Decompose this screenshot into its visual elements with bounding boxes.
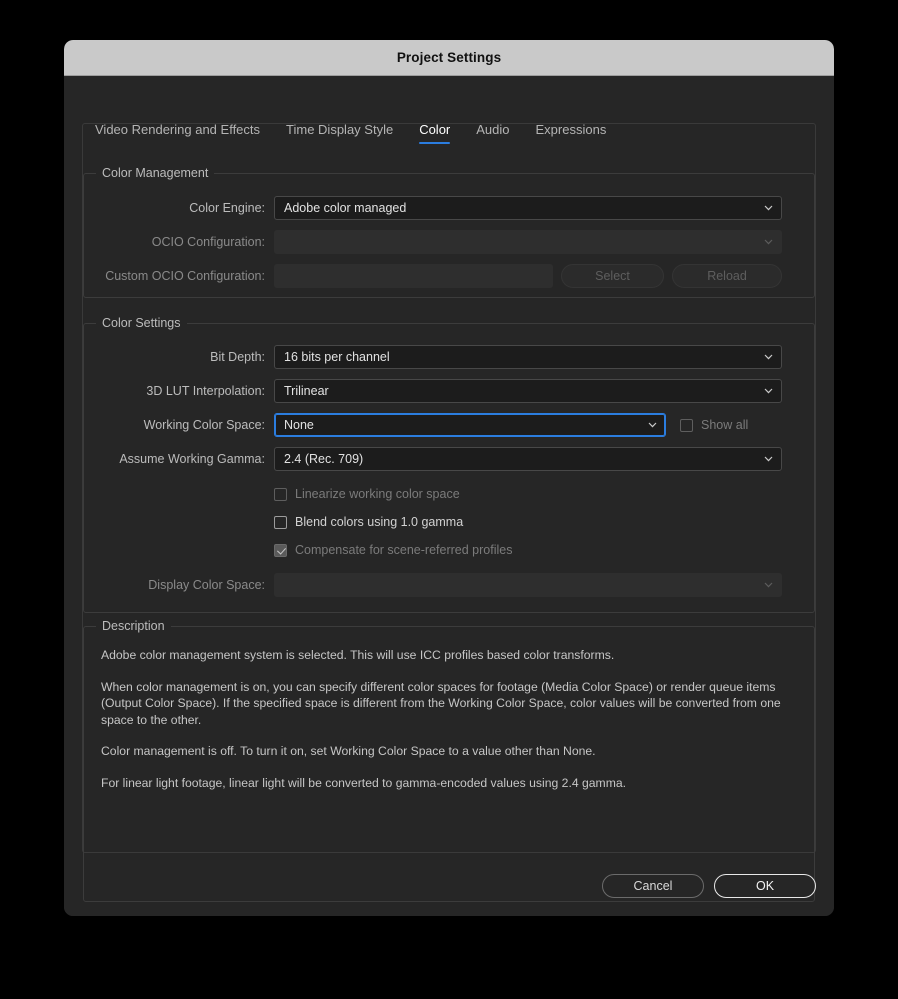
description-paragraph: For linear light footage, linear light w… <box>101 775 627 790</box>
ok-button[interactable]: OK <box>714 874 816 898</box>
select-button-label: Select <box>595 269 630 283</box>
working-color-space-select[interactable]: None <box>274 413 666 437</box>
color-management-legend: Color Management <box>96 166 215 180</box>
display-color-space-label: Display Color Space: <box>148 578 265 592</box>
custom-ocio-configuration-input[interactable] <box>274 264 553 288</box>
custom-ocio-configuration-label: Custom OCIO Configuration: <box>105 269 265 283</box>
tab-expressions[interactable]: Expressions <box>523 122 620 144</box>
select-button[interactable]: Select <box>561 264 664 288</box>
ocio-configuration-select <box>274 230 782 254</box>
tab-label: Color <box>419 122 451 137</box>
blend-1-gamma-checkbox[interactable] <box>274 515 287 529</box>
color-settings-legend: Color Settings <box>96 316 187 330</box>
description-text: Adobe color management system is selecte… <box>101 647 797 893</box>
reload-button[interactable]: Reload <box>672 264 782 288</box>
tab-label: Expressions <box>535 122 607 137</box>
dialog-title: Project Settings <box>396 50 502 65</box>
bit-depth-label: Bit Depth: <box>210 350 265 364</box>
working-color-space-value: None <box>284 418 314 432</box>
color-engine-select[interactable]: Adobe color managed <box>274 196 782 220</box>
assume-working-gamma-select[interactable]: 2.4 (Rec. 709) <box>274 447 782 471</box>
tab-bar: Video Rendering and Effects Time Display… <box>82 122 816 154</box>
lut-interpolation-select[interactable]: Trilinear <box>274 379 782 403</box>
chevron-down-icon <box>764 388 773 394</box>
blend-1-gamma-label: Blend colors using 1.0 gamma <box>295 515 464 529</box>
tab-active-underline <box>419 142 451 144</box>
project-settings-dialog: Project Settings Video Rendering and Eff… <box>64 40 834 916</box>
chevron-down-icon <box>648 422 657 428</box>
dialog-footer: Cancel OK <box>602 874 816 898</box>
show-all-checkbox[interactable] <box>680 418 693 432</box>
tab-color[interactable]: Color <box>406 122 463 144</box>
dialog-titlebar: Project Settings <box>64 40 834 76</box>
ok-button-label: OK <box>755 879 775 893</box>
ocio-configuration-label: OCIO Configuration: <box>151 235 265 249</box>
compensate-label: Compensate for scene-referred profiles <box>295 543 513 557</box>
cancel-button-label: Cancel <box>633 879 673 893</box>
color-management-group: Color Management Color Engine: Adobe col… <box>83 166 815 298</box>
description-paragraph: When color management is on, you can spe… <box>101 679 781 727</box>
assume-working-gamma-label: Assume Working Gamma: <box>119 452 265 466</box>
chevron-down-icon <box>764 205 773 211</box>
bit-depth-select[interactable]: 16 bits per channel <box>274 345 782 369</box>
bit-depth-value: 16 bits per channel <box>284 350 390 364</box>
dialog-body: Video Rendering and Effects Time Display… <box>64 77 834 916</box>
cancel-button[interactable]: Cancel <box>602 874 704 898</box>
show-all-checkbox-row[interactable]: Show all <box>680 418 748 432</box>
chevron-down-icon <box>764 582 773 588</box>
chevron-down-icon <box>764 456 773 462</box>
description-group: Description Adobe color management syste… <box>83 619 815 902</box>
description-paragraph: Color management is off. To turn it on, … <box>101 744 596 759</box>
tab-video-rendering-and-effects[interactable]: Video Rendering and Effects <box>82 122 273 144</box>
linearize-checkbox-row: Linearize working color space <box>274 487 460 501</box>
tab-time-display-style[interactable]: Time Display Style <box>273 122 406 144</box>
lut-interpolation-label: 3D LUT Interpolation: <box>146 384 265 398</box>
tab-label: Audio <box>476 122 510 137</box>
description-paragraph: Adobe color management system is selecte… <box>101 648 615 662</box>
color-engine-value: Adobe color managed <box>284 201 407 215</box>
blend-1-gamma-checkbox-row[interactable]: Blend colors using 1.0 gamma <box>274 515 463 529</box>
working-color-space-label: Working Color Space: <box>143 418 265 432</box>
lut-interpolation-value: Trilinear <box>284 384 329 398</box>
tab-label: Video Rendering and Effects <box>95 122 261 137</box>
linearize-label: Linearize working color space <box>295 487 460 501</box>
tab-audio[interactable]: Audio <box>463 122 522 144</box>
display-color-space-select <box>274 573 782 597</box>
compensate-checkbox <box>274 543 287 557</box>
chevron-down-icon <box>764 354 773 360</box>
assume-working-gamma-value: 2.4 (Rec. 709) <box>284 452 364 466</box>
description-legend: Description <box>96 619 171 633</box>
chevron-down-icon <box>764 239 773 245</box>
show-all-label: Show all <box>701 418 749 432</box>
compensate-checkbox-row: Compensate for scene-referred profiles <box>274 543 512 557</box>
linearize-checkbox <box>274 487 287 501</box>
tab-label: Time Display Style <box>286 122 394 137</box>
color-engine-label: Color Engine: <box>189 201 265 215</box>
color-settings-group: Color Settings Bit Depth: 16 bits per ch… <box>83 316 815 613</box>
reload-button-label: Reload <box>707 269 747 283</box>
